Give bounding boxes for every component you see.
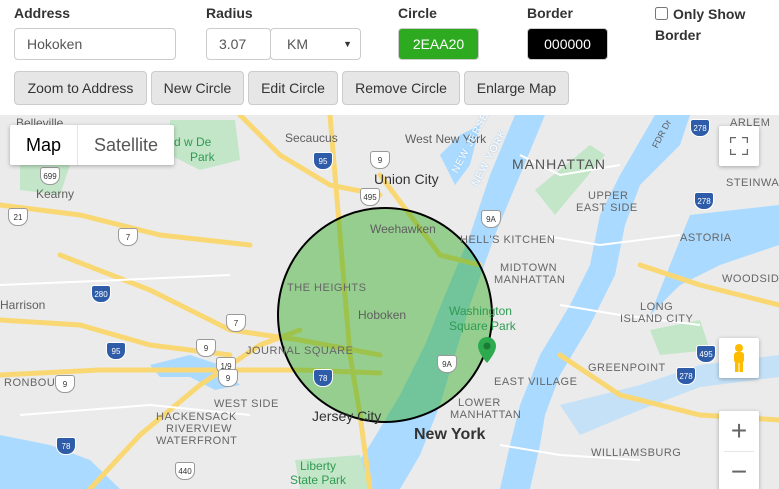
route-shield: 78 [313,369,333,387]
fullscreen-icon [730,137,748,155]
map-label-steinway: STEINWA [726,177,779,189]
zoom-out-button[interactable]: − [719,452,759,489]
edit-circle-button[interactable]: Edit Circle [248,71,338,105]
chevron-down-icon: ▼ [343,39,352,49]
map-type-control[interactable]: Map Satellite [10,125,175,165]
route-shield: 280 [91,285,111,303]
route-shield: 9 [370,151,390,169]
unit-value: KM [287,36,308,52]
map-label-williamsburg: WILLIAMSBURG [591,447,682,459]
circle-color-label: Circle [398,5,437,21]
map-label-upper-east: UPPER [588,190,629,202]
border-color-input[interactable]: 000000 [527,28,608,60]
route-shield: 9 [55,375,75,393]
route-shield: 9A [481,210,501,228]
route-shield: 7 [226,314,246,332]
map-label-lower-2: MANHATTAN [450,409,522,421]
circle-color-input[interactable]: 2EAA20 [398,28,479,60]
location-pin-icon[interactable] [478,337,496,363]
route-shield: 9 [196,339,216,357]
route-shield: 21 [8,208,28,226]
route-shield: 7 [118,228,138,246]
remove-circle-button[interactable]: Remove Circle [342,71,460,105]
radius-field[interactable] [206,28,271,60]
zoom-in-button[interactable]: + [719,411,759,451]
map-label-union-city: Union City [374,171,439,187]
map-label-the-heights: THE HEIGHTS [287,282,367,294]
address-field[interactable] [14,28,176,60]
map-label-midtown-2: MANHATTAN [494,274,566,286]
map-label-jersey-city: Jersey City [312,408,382,424]
route-shield: 699 [40,167,60,185]
route-shield: 495 [360,188,380,206]
only-show-border-checkbox[interactable] [655,7,668,20]
map-type-map-button[interactable]: Map [10,125,77,165]
map-label-liberty: Liberty [300,459,337,473]
address-label: Address [14,5,71,21]
map-label-hackensack: HACKENSACK [156,411,237,423]
map-label-west-side: WEST SIDE [214,398,279,410]
map-label-secaucus: Secaucus [285,131,338,145]
route-shield: 9A [437,355,457,373]
new-circle-button[interactable]: New Circle [151,71,244,105]
map-label-astoria: ASTORIA [680,232,732,244]
map-label-kearny: Kearny [36,187,75,201]
map-label-manhattan: MANHATTAN [512,156,607,172]
route-shield: 278 [676,367,696,385]
route-shield: 495 [696,345,716,363]
border-color-label: Border [527,5,573,21]
map-canvas[interactable]: Belleville Secaucus rd w De Park West Ne… [0,115,779,489]
map-label-greenpoint: GREENPOINT [588,362,666,374]
map-label-journal-square: JOURNAL SQUARE [246,345,354,357]
route-shield: 78 [56,437,76,455]
radius-label: Radius [206,5,253,21]
map-label-long-island-2: ISLAND CITY [620,313,694,325]
street-view-button[interactable] [719,338,759,378]
map-label-weehawken: Weehawken [370,222,436,236]
map-label-liberty-2: State Park [290,473,347,487]
map-label-woodside: WOODSIDE [722,273,779,285]
fullscreen-button[interactable] [719,126,759,166]
map-label-riverview: RIVERVIEW [166,423,233,435]
map-label-washington-square: Washington [449,304,512,318]
route-shield: 278 [690,119,710,137]
route-shield: 9 [218,369,238,387]
address-input[interactable] [27,36,163,52]
route-shield: 278 [694,192,714,210]
map-type-satellite-button[interactable]: Satellite [77,125,174,165]
zoom-to-address-button[interactable]: Zoom to Address [14,71,147,105]
map-label-park-2: Park [190,150,215,164]
unit-select[interactable]: KM ▼ [270,28,361,60]
map-label-hells-kitchen: HELL'S KITCHEN [460,234,556,246]
zoom-control[interactable]: + − [719,411,759,489]
map-label-long-island: LONG [640,301,674,313]
route-shield: 440 [175,462,195,480]
only-show-border-label: Only Show Border [655,6,746,43]
route-shield: 95 [106,342,126,360]
route-shield: 95 [313,152,333,170]
enlarge-map-button[interactable]: Enlarge Map [464,71,569,105]
map-label-midtown: MIDTOWN [500,262,558,274]
map-label-new-york: New York [414,426,486,443]
map-label-upper-east-2: EAST SIDE [576,202,638,214]
map-label-waterfront: WATERFRONT [156,435,238,447]
pegman-icon [734,344,744,372]
map-label-park: rd w De [170,135,212,149]
radius-input[interactable] [219,36,258,52]
map-label-east-village: EAST VILLAGE [494,376,578,388]
map-label-lower: LOWER [458,397,501,409]
map-label-harrison: Harrison [0,298,46,312]
map-label-washington-square-2: Square Park [449,319,516,333]
map-label-hoboken: Hoboken [358,308,407,322]
only-show-border-option[interactable]: Only Show Border [655,4,765,46]
